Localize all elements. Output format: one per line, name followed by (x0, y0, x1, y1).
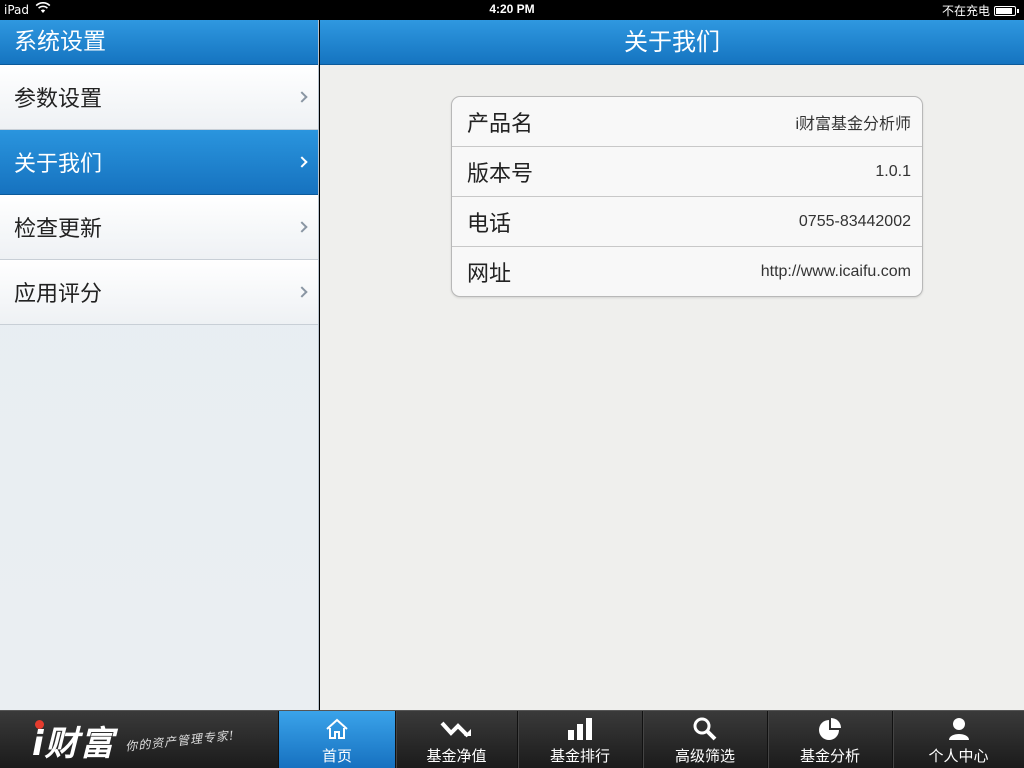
page-title: 关于我们 (320, 20, 1024, 65)
logo-text: i财富 (32, 716, 115, 765)
trend-icon (396, 711, 517, 741)
tab-fund-ranking[interactable]: 基金排行 (517, 711, 642, 768)
info-label: 版本号 (467, 161, 534, 187)
sidebar-item-parameters[interactable]: 参数设置 (0, 65, 318, 130)
logo-letter: i (32, 719, 45, 764)
info-label: 电话 (467, 211, 512, 237)
sidebar-item-label: 关于我们 (14, 152, 103, 177)
tab-fund-analysis[interactable]: 基金分析 (767, 711, 892, 768)
chevron-right-icon (296, 91, 308, 103)
sidebar-item-about-us[interactable]: 关于我们 (0, 130, 318, 195)
bar-chart-icon (518, 711, 642, 741)
about-info-card: 产品名 i财富基金分析师 版本号 1.0.1 电话 0755-83442002 … (451, 96, 923, 297)
tab-label: 基金排行 (549, 747, 610, 765)
info-row-product-name: 产品名 i财富基金分析师 (452, 97, 922, 147)
phone-link[interactable]: 0755-83442002 (799, 213, 911, 231)
sidebar-title: 系统设置 (0, 20, 318, 65)
sidebar-item-rate-app[interactable]: 应用评分 (0, 260, 318, 325)
chevron-right-icon (296, 156, 308, 168)
battery-level (996, 8, 1013, 14)
tab-label: 基金净值 (426, 747, 487, 765)
sidebar-item-check-update[interactable]: 检查更新 (0, 195, 318, 260)
status-right: 不在充电 (941, 2, 1019, 19)
settings-sidebar: 系统设置 参数设置 关于我们 检查更新 应用评分 (0, 20, 319, 710)
tab-advanced-filter[interactable]: 高级筛选 (642, 711, 767, 768)
pie-chart-icon (768, 711, 892, 741)
website-link[interactable]: http://www.icaifu.com (761, 263, 911, 281)
info-value: i财富基金分析师 (795, 115, 911, 133)
home-icon (279, 711, 395, 741)
status-bar: iPad 4:20 PM 不在充电 (0, 0, 1024, 20)
info-label: 产品名 (467, 111, 534, 137)
chevron-right-icon (296, 221, 308, 233)
bottom-tab-bar: i财富 你的资产管理专家! 首页 基金净值 基金排行 高级筛选 基金分析 个人中… (0, 710, 1024, 768)
person-icon (893, 711, 1024, 741)
sidebar-item-label: 参数设置 (14, 87, 103, 112)
tab-home[interactable]: 首页 (278, 711, 395, 768)
info-value: 1.0.1 (875, 162, 911, 180)
search-icon (643, 711, 767, 741)
info-row-version: 版本号 1.0.1 (452, 147, 922, 197)
tab-fund-nav[interactable]: 基金净值 (395, 711, 517, 768)
tab-label: 高级筛选 (674, 747, 735, 765)
sidebar-item-label: 检查更新 (14, 217, 103, 242)
brand-logo: i财富 你的资产管理专家! (0, 711, 278, 768)
tab-personal-center[interactable]: 个人中心 (892, 711, 1024, 768)
battery-icon (994, 6, 1019, 16)
chevron-right-icon (296, 286, 308, 298)
charging-status: 不在充电 (941, 4, 990, 18)
sidebar-item-label: 应用评分 (14, 282, 103, 307)
logo-dot (35, 719, 44, 729)
info-row-website[interactable]: 网址 http://www.icaifu.com (452, 247, 922, 296)
tab-label: 基金分析 (799, 747, 860, 765)
info-row-phone[interactable]: 电话 0755-83442002 (452, 197, 922, 247)
tab-label: 首页 (321, 747, 352, 765)
logo-slogan: 你的资产管理专家! (124, 727, 235, 754)
status-time: 4:20 PM (489, 2, 535, 16)
info-label: 网址 (467, 262, 512, 287)
tab-label: 个人中心 (928, 747, 989, 765)
content-panel: 关于我们 产品名 i财富基金分析师 版本号 1.0.1 电话 0755-8344… (320, 20, 1024, 710)
